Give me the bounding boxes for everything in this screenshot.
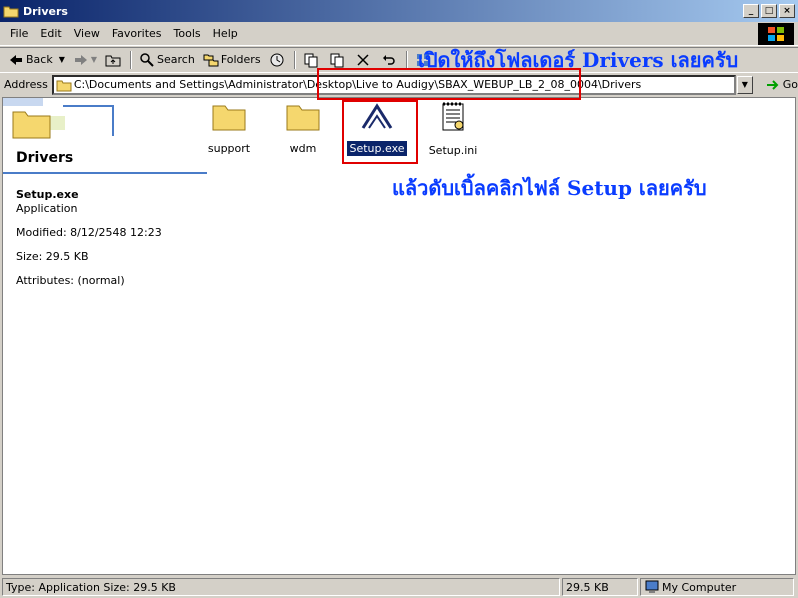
file-name: Setup.ini: [428, 144, 478, 157]
window-title: Drivers: [23, 4, 68, 18]
menu-help[interactable]: Help: [207, 25, 244, 42]
title-bar: Drivers _ □ ×: [0, 0, 798, 22]
computer-icon: [644, 579, 660, 595]
status-size: 29.5 KB: [562, 578, 638, 596]
menu-view[interactable]: View: [68, 25, 106, 42]
file-item-setup-ini[interactable]: Setup.ini: [413, 102, 493, 158]
menu-tools[interactable]: Tools: [168, 25, 207, 42]
windows-logo-icon: [758, 23, 794, 45]
detail-file-type: Application: [16, 202, 78, 215]
settings-file-icon: [442, 102, 464, 131]
go-arrow-icon: [765, 77, 781, 93]
toolbar-separator: [405, 50, 408, 69]
folder-icon: [212, 105, 246, 131]
pane-header: Drivers: [3, 98, 207, 174]
go-button[interactable]: Go: [765, 77, 798, 93]
toolbar-separator: [130, 50, 133, 69]
history-button[interactable]: [265, 49, 291, 71]
folder-icon: [3, 4, 19, 18]
annotation-double-click-setup: แล้วดับเบิ้ลคลิกไฟล์ Setup เลยครับ: [392, 176, 707, 200]
annotation-open-drivers: เปิดให้ถึงโฟลเดอร์ Drivers เลยครับ: [418, 48, 739, 72]
undo-icon: [381, 52, 397, 68]
menu-bar: File Edit View Favorites Tools Help: [0, 22, 798, 46]
maximize-button[interactable]: □: [761, 4, 777, 18]
address-label: Address: [4, 78, 48, 91]
back-button[interactable]: Back ▼: [4, 49, 69, 71]
detail-file-name: Setup.exe: [16, 188, 79, 201]
file-name: wdm: [289, 142, 317, 155]
move-to-icon: [303, 52, 319, 68]
status-info: Type: Application Size: 29.5 KB: [2, 578, 560, 596]
chevron-down-icon: ▼: [58, 55, 65, 64]
file-name: support: [207, 142, 251, 155]
folder-icon: [286, 105, 320, 131]
folders-icon: [203, 52, 219, 68]
file-item-wdm[interactable]: wdm: [263, 102, 343, 156]
copy-to-icon: [329, 52, 345, 68]
file-item-support[interactable]: support: [189, 102, 269, 156]
close-button[interactable]: ×: [779, 4, 795, 18]
forward-arrow-icon: [73, 52, 89, 68]
folder-banner-icon: [3, 98, 114, 139]
toolbar-separator: [293, 50, 296, 69]
detail-size: Size: 29.5 KB: [16, 250, 89, 263]
pane-title: Drivers: [16, 150, 74, 166]
details-pane: Drivers Setup.exe Application Modified: …: [3, 98, 207, 576]
folder-icon: [56, 79, 72, 92]
forward-button[interactable]: ▼: [69, 49, 101, 71]
menu-edit[interactable]: Edit: [34, 25, 67, 42]
back-arrow-icon: [8, 52, 24, 68]
delete-x-icon: [355, 52, 371, 68]
detail-modified: Modified: 8/12/2548 12:23: [16, 226, 162, 239]
setup-highlight-box: [342, 100, 418, 164]
folder-view: Drivers Setup.exe Application Modified: …: [2, 97, 796, 575]
search-button[interactable]: Search: [135, 49, 199, 71]
status-bar: Type: Application Size: 29.5 KB 29.5 KB …: [0, 576, 798, 598]
menu-file[interactable]: File: [4, 25, 34, 42]
detail-attributes: Attributes: (normal): [16, 274, 125, 287]
up-folder-button[interactable]: [101, 49, 127, 71]
chevron-down-icon: ▼: [90, 55, 98, 64]
up-folder-icon: [105, 52, 121, 68]
file-details: Setup.exe Application Modified: 8/12/254…: [16, 188, 162, 288]
status-zone: My Computer: [640, 578, 794, 596]
search-icon: [139, 52, 155, 68]
address-dropdown-button[interactable]: ▼: [736, 75, 753, 94]
folders-button[interactable]: Folders: [199, 49, 265, 71]
menu-favorites[interactable]: Favorites: [106, 25, 168, 42]
history-icon: [269, 52, 285, 68]
minimize-button[interactable]: _: [743, 4, 759, 18]
